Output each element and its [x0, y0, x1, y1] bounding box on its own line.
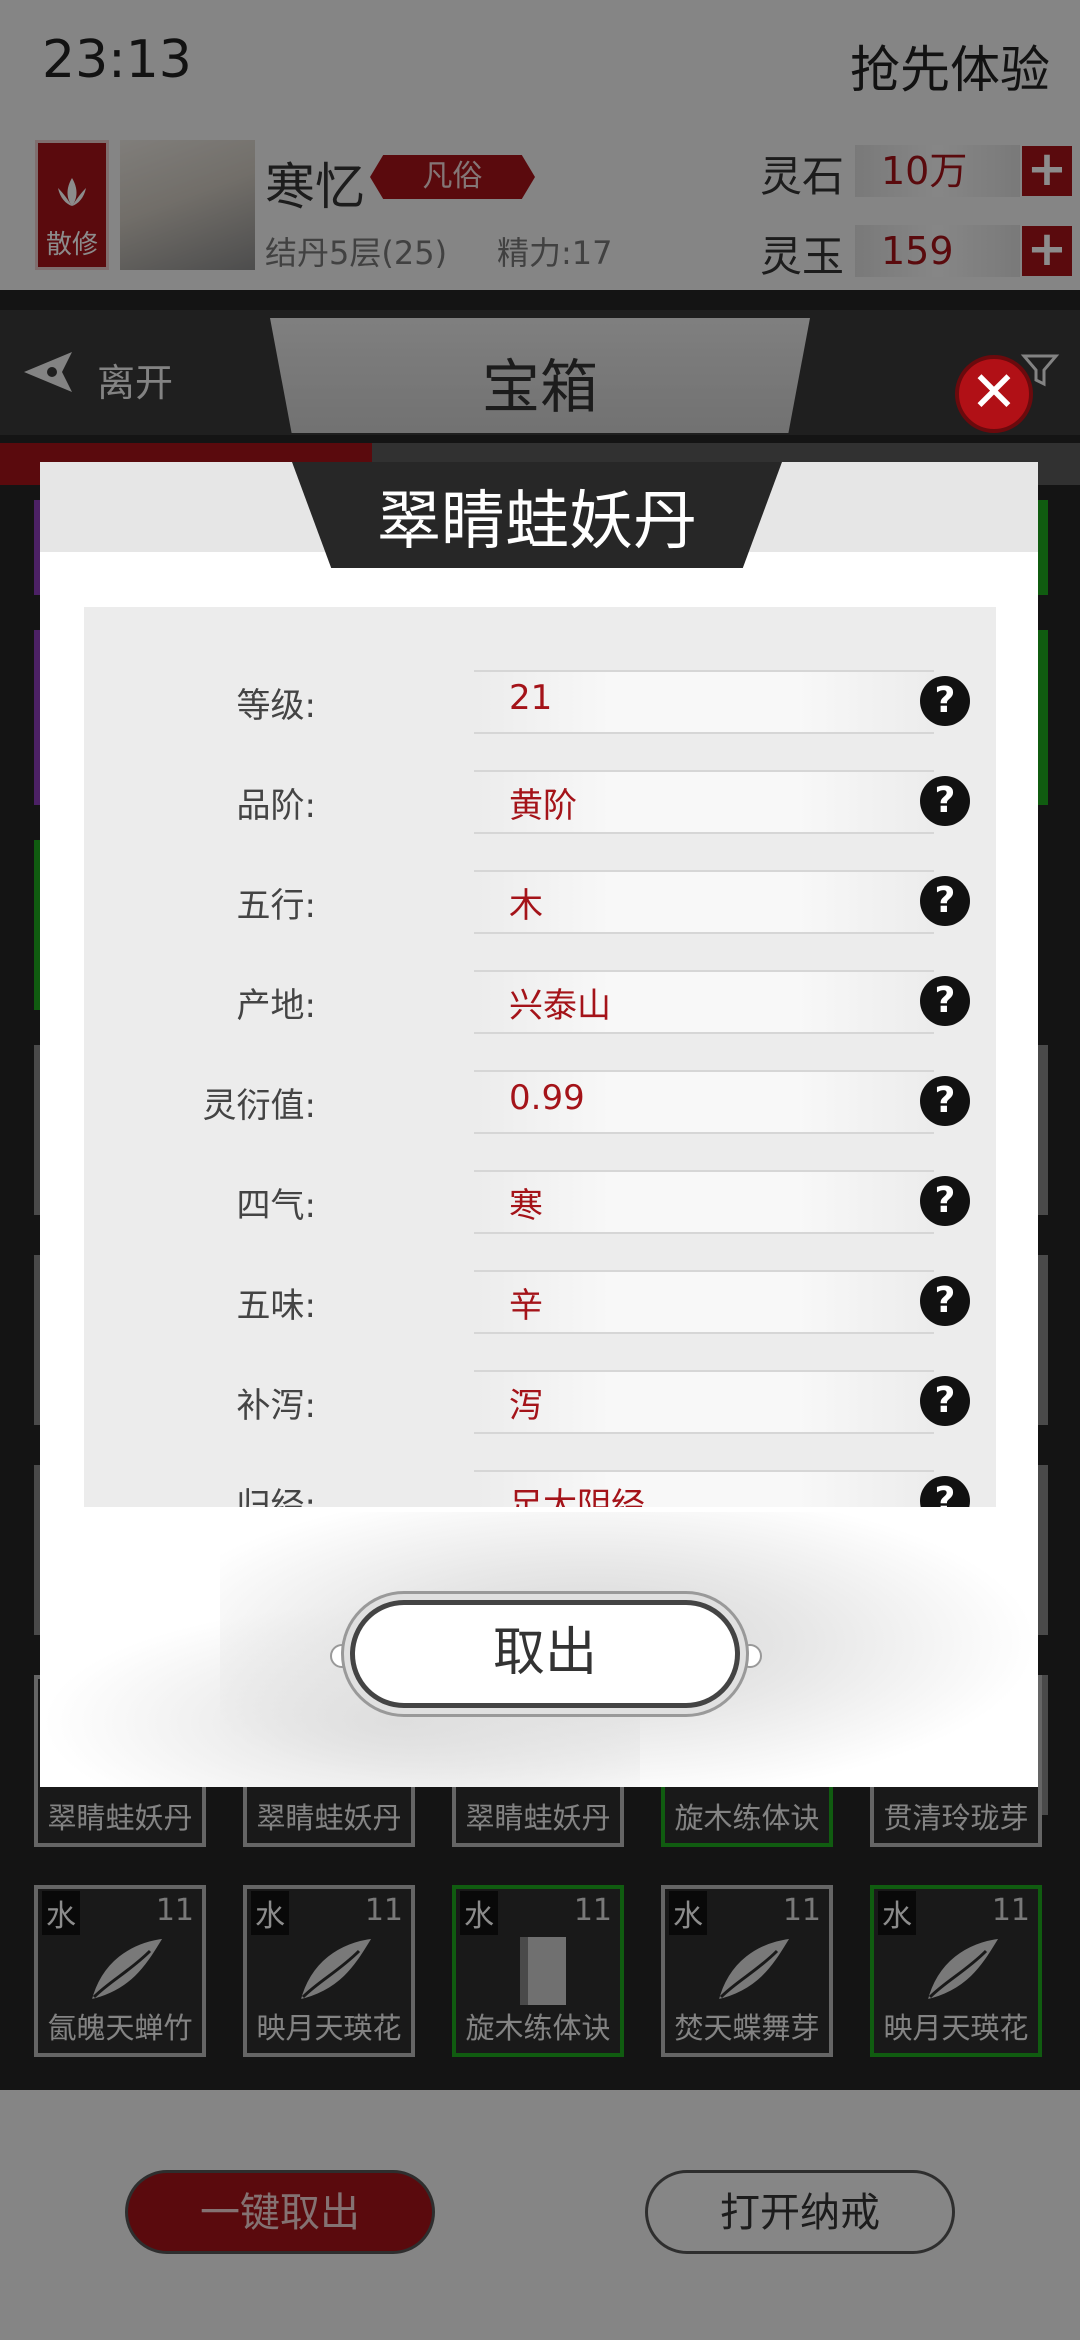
value-bar [474, 1370, 934, 1434]
property-label: 灵衍值: [202, 1086, 316, 1126]
property-label: 四气: [236, 1186, 316, 1226]
property-value: 木 [509, 886, 543, 926]
property-row: 灵衍值: 0.99 ? [84, 1062, 996, 1142]
help-icon[interactable]: ? [920, 1076, 970, 1126]
help-icon[interactable]: ? [920, 776, 970, 826]
property-value: 21 [509, 678, 553, 718]
item-detail-dialog: 翠睛蛙妖丹 等级: 21 ? 品阶: 黄阶 ? 五行: 木 ? 产地: 兴泰山 … [40, 462, 1038, 1787]
help-icon[interactable]: ? [920, 876, 970, 926]
property-label: 品阶: [236, 786, 316, 826]
value-bar [474, 1270, 934, 1334]
property-row: 归经: 足太阴经 ? [84, 1462, 996, 1507]
close-icon[interactable]: ✕ [955, 355, 1033, 433]
property-label: 归经: [236, 1486, 316, 1507]
property-label: 等级: [236, 686, 316, 726]
help-icon[interactable]: ? [920, 676, 970, 726]
property-row: 产地: 兴泰山 ? [84, 962, 996, 1042]
property-row: 等级: 21 ? [84, 662, 996, 742]
property-label: 产地: [236, 986, 316, 1026]
property-row: 五味: 辛 ? [84, 1262, 996, 1342]
dialog-title: 翠睛蛙妖丹 [377, 485, 697, 559]
value-bar [474, 1170, 934, 1234]
property-value: 黄阶 [509, 786, 577, 826]
help-icon[interactable]: ? [920, 1376, 970, 1426]
property-row: 四气: 寒 ? [84, 1162, 996, 1242]
property-row: 品阶: 黄阶 ? [84, 762, 996, 842]
help-icon[interactable]: ? [920, 1176, 970, 1226]
help-icon[interactable]: ? [920, 976, 970, 1026]
property-row: 五行: 木 ? [84, 862, 996, 942]
property-value: 寒 [509, 1186, 543, 1226]
property-label: 补泻: [236, 1386, 316, 1426]
take-out-button[interactable]: 取出 [350, 1600, 740, 1708]
help-icon[interactable]: ? [920, 1276, 970, 1326]
property-value: 足太阴经 [509, 1486, 645, 1507]
property-value: 辛 [509, 1286, 543, 1326]
property-value: 泻 [509, 1386, 543, 1426]
property-list[interactable]: 等级: 21 ? 品阶: 黄阶 ? 五行: 木 ? 产地: 兴泰山 ? 灵衍值:… [84, 607, 996, 1507]
property-value: 0.99 [509, 1078, 585, 1118]
property-label: 五味: [236, 1286, 316, 1326]
value-bar [474, 870, 934, 934]
property-row: 补泻: 泻 ? [84, 1362, 996, 1442]
property-value: 兴泰山 [509, 986, 611, 1026]
button-ornament [738, 1644, 762, 1668]
property-label: 五行: [236, 886, 316, 926]
